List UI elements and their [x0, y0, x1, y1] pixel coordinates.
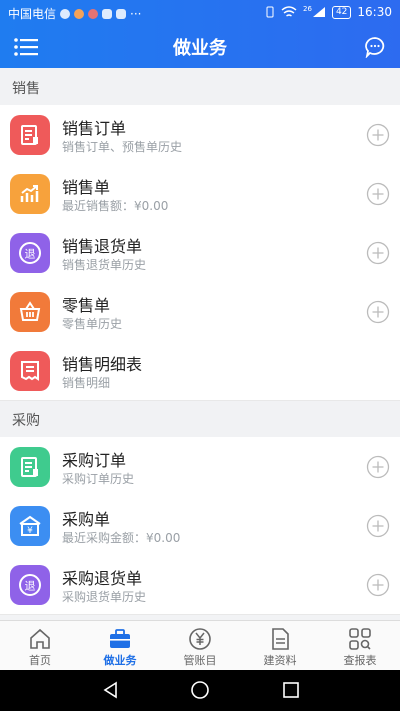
item-subtitle: 采购退货单历史 — [62, 590, 147, 604]
add-icon[interactable] — [366, 573, 390, 597]
tab-build-data[interactable]: 建资料 — [240, 621, 320, 671]
basket-icon — [10, 292, 50, 332]
wifi-icon — [281, 6, 297, 17]
item-title: 销售单 — [62, 178, 111, 197]
vibrate-icon — [266, 6, 274, 18]
money-box-icon: ¥ — [10, 506, 50, 546]
clock: 16:30 — [357, 5, 392, 19]
return-icon: 退 — [10, 233, 50, 273]
item-title: 采购订单 — [62, 451, 127, 470]
list-item-sales-detail[interactable]: 销售明细表 销售明细 — [0, 341, 400, 401]
add-icon[interactable] — [366, 123, 390, 147]
list-item-sales-return[interactable]: 退 销售退货单 销售退货单历史 — [0, 223, 400, 283]
home-button-icon[interactable] — [190, 680, 210, 700]
tab-label: 首页 — [29, 654, 51, 667]
item-title: 销售明细表 — [62, 355, 143, 374]
list-item-sales-slip[interactable]: 销售单 最近销售额：¥0.00 — [0, 164, 400, 224]
bottom-tab-bar: 首页 做业务 管账目 建资料 查报表 — [0, 620, 400, 671]
return-glyph: 退 — [25, 580, 36, 593]
recent-apps-icon[interactable] — [281, 680, 301, 700]
shield-notification-icon — [60, 8, 71, 19]
add-icon[interactable] — [366, 182, 390, 206]
tab-label: 建资料 — [263, 654, 297, 667]
yuan-coin-icon — [189, 628, 211, 650]
item-subtitle: 最近销售额：¥0.00 — [62, 199, 169, 213]
document-icon — [10, 447, 50, 487]
grid-search-icon — [349, 628, 371, 650]
item-subtitle: 销售退货单历史 — [62, 258, 147, 272]
list-item-retail[interactable]: 零售单 零售单历史 — [0, 282, 400, 342]
chat-icon[interactable] — [364, 36, 386, 58]
item-title: 销售订单 — [62, 119, 127, 138]
item-title: 销售退货单 — [62, 237, 143, 256]
page-title: 做业务 — [173, 38, 227, 59]
top-header: 中国电信 ··· 26 42 16:30 做业务 — [0, 0, 400, 68]
add-icon[interactable] — [366, 241, 390, 265]
item-subtitle: 销售明细 — [62, 376, 111, 390]
list-item-sales-order[interactable]: 销售订单 销售订单、预售单历史 — [0, 105, 400, 165]
tab-label: 查报表 — [343, 654, 377, 667]
system-nav-bar — [0, 670, 400, 711]
chart-icon — [10, 174, 50, 214]
signal-icon — [312, 7, 325, 17]
item-subtitle: 零售单历史 — [62, 317, 123, 331]
network-type-label: 26 — [303, 5, 312, 13]
status-bar: 中国电信 ··· 26 42 16:30 — [0, 0, 400, 26]
briefcase-icon — [110, 629, 130, 648]
tab-label: 做业务 — [103, 654, 137, 667]
yuan-glyph: ¥ — [27, 526, 33, 536]
app-notification-icon — [102, 8, 113, 19]
nav-bar: 做业务 — [0, 26, 400, 68]
section-header-sales: 销售 — [0, 69, 400, 106]
section-header-purchase: 采购 — [0, 401, 400, 438]
tab-home[interactable]: 首页 — [0, 621, 80, 671]
receipt-icon — [10, 351, 50, 391]
list-item-purchase-return[interactable]: 退 采购退货单 采购退货单历史 — [0, 555, 400, 615]
tab-accounts[interactable]: 管账目 — [160, 621, 240, 671]
list-item-purchase-order[interactable]: 采购订单 采购订单历史 — [0, 437, 400, 497]
return-glyph: 退 — [25, 248, 36, 261]
document-icon — [10, 115, 50, 155]
tab-reports[interactable]: 查报表 — [320, 621, 400, 671]
return-icon: 退 — [10, 565, 50, 605]
back-icon[interactable] — [101, 680, 121, 700]
app-notification-icon — [116, 8, 127, 19]
add-icon[interactable] — [366, 455, 390, 479]
item-subtitle: 采购订单历史 — [62, 472, 135, 486]
item-title: 零售单 — [62, 296, 111, 315]
file-icon — [272, 628, 289, 650]
app-notification-icon — [74, 8, 85, 19]
item-subtitle: 销售订单、预售单历史 — [62, 140, 183, 154]
item-title: 采购退货单 — [62, 569, 143, 588]
home-icon — [30, 628, 50, 649]
item-subtitle: 最近采购金额：¥0.00 — [62, 531, 181, 545]
battery-icon: 42 — [331, 5, 352, 19]
list-item-purchase-slip[interactable]: ¥ 采购单 最近采购金额：¥0.00 — [0, 496, 400, 556]
section-title: 销售 — [12, 81, 40, 97]
carrier-label: 中国电信 — [8, 7, 57, 21]
add-icon[interactable] — [366, 300, 390, 324]
more-notifications: ··· — [130, 6, 142, 21]
tab-business[interactable]: 做业务 — [80, 621, 160, 671]
section-title: 采购 — [12, 413, 40, 429]
item-title: 采购单 — [62, 510, 111, 529]
tab-label: 管账目 — [183, 654, 217, 667]
app-notification-icon — [88, 8, 99, 19]
add-icon[interactable] — [366, 514, 390, 538]
